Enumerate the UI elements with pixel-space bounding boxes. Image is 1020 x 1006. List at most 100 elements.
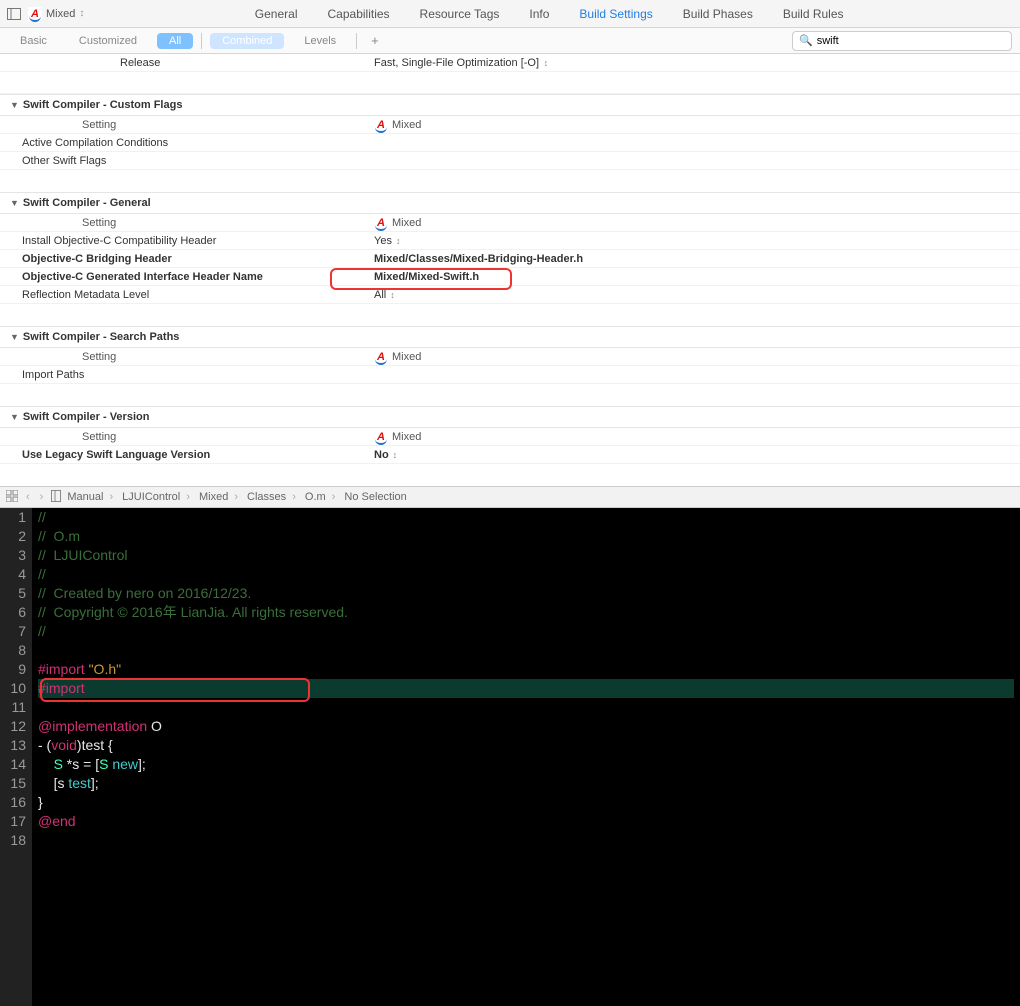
tab-general[interactable]: General <box>253 1 300 27</box>
column-header-row: Setting Mixed <box>0 348 1020 366</box>
col-setting: Setting <box>22 351 374 363</box>
chevron-updown-icon: ↕ <box>396 236 399 246</box>
setting-value: Fast, Single-File Optimization [-O] ↕ <box>374 57 998 69</box>
search-input[interactable] <box>817 35 1005 47</box>
crumb-manual[interactable]: Manual <box>67 491 116 503</box>
setting-label: Objective-C Generated Interface Header N… <box>22 271 374 283</box>
setting-label: Objective-C Bridging Header <box>22 253 374 265</box>
line-number: 13 <box>6 736 26 755</box>
crumb-selection[interactable]: No Selection <box>344 491 412 503</box>
tab-resource-tags[interactable]: Resource Tags <box>418 1 502 27</box>
app-target-icon <box>374 118 388 132</box>
line-number: 3 <box>6 546 26 565</box>
settings-group-header[interactable]: ▼Swift Compiler - Version <box>0 406 1020 428</box>
code-line[interactable]: // LJUIControl <box>38 546 1014 565</box>
code-line[interactable]: @implementation O <box>38 717 1014 736</box>
code-line[interactable]: @end <box>38 812 1014 831</box>
code-line[interactable] <box>38 698 1014 717</box>
settings-group-header[interactable]: ▼Swift Compiler - Search Paths <box>0 326 1020 348</box>
code-line[interactable]: - (void)test { <box>38 736 1014 755</box>
code-line[interactable] <box>38 641 1014 660</box>
code-editor[interactable]: 123456789101112131415161718 //// O.m// L… <box>0 508 1020 1006</box>
col-target: Mixed <box>374 216 998 230</box>
group-title: Swift Compiler - Search Paths <box>23 331 179 343</box>
line-number: 15 <box>6 774 26 793</box>
tab-build-settings[interactable]: Build Settings <box>577 1 654 27</box>
settings-group-header[interactable]: ▼Swift Compiler - General <box>0 192 1020 214</box>
line-number: 7 <box>6 622 26 641</box>
line-number: 2 <box>6 527 26 546</box>
back-button[interactable]: ‹ <box>24 491 32 503</box>
panel-toggle-icon[interactable] <box>6 6 22 22</box>
setting-row[interactable]: Install Objective-C Compatibility Header… <box>0 232 1020 250</box>
chevron-updown-icon: ↕ <box>390 290 393 300</box>
code-line[interactable] <box>38 831 1014 850</box>
code-line[interactable]: // O.m <box>38 527 1014 546</box>
chevron-updown-icon: ↕ <box>393 450 396 460</box>
setting-row[interactable]: Import Paths <box>0 366 1020 384</box>
setting-value: Mixed/Mixed-Swift.h <box>374 271 998 283</box>
crumb-folder[interactable]: Classes <box>247 491 299 503</box>
search-field[interactable]: 🔍 <box>792 31 1012 51</box>
code-line[interactable]: // Created by nero on 2016/12/23. <box>38 584 1014 603</box>
code-line[interactable]: #import <box>38 679 1014 698</box>
filter-basic[interactable]: Basic <box>8 33 59 49</box>
setting-row[interactable]: Objective-C Generated Interface Header N… <box>0 268 1020 286</box>
setting-row[interactable]: Objective-C Bridging HeaderMixed/Classes… <box>0 250 1020 268</box>
column-header-row: Setting Mixed <box>0 116 1020 134</box>
line-number: 10 <box>6 679 26 698</box>
tab-capabilities[interactable]: Capabilities <box>326 1 392 27</box>
code-line[interactable]: // <box>38 508 1014 527</box>
code-area[interactable]: //// O.m// LJUIControl//// Created by ne… <box>32 508 1020 1006</box>
build-settings-filter-bar: Basic Customized All Combined Levels + 🔍 <box>0 28 1020 54</box>
crumb-project[interactable]: LJUIControl <box>122 491 193 503</box>
line-number: 1 <box>6 508 26 527</box>
setting-row[interactable]: Release Fast, Single-File Optimization [… <box>0 54 1020 72</box>
tab-build-phases[interactable]: Build Phases <box>681 1 755 27</box>
jump-bar: ‹ › Manual LJUIControl Mixed Classes O.m… <box>0 486 1020 508</box>
column-header-row: Setting Mixed <box>0 428 1020 446</box>
filter-combined[interactable]: Combined <box>210 33 284 49</box>
line-number: 8 <box>6 641 26 660</box>
setting-row[interactable]: Use Legacy Swift Language VersionNo ↕ <box>0 446 1020 464</box>
forward-button[interactable]: › <box>38 491 46 503</box>
setting-row[interactable]: Other Swift Flags <box>0 152 1020 170</box>
col-setting: Setting <box>22 119 374 131</box>
code-line[interactable]: // Copyright © 2016年 LianJia. All rights… <box>38 603 1014 622</box>
line-number: 11 <box>6 698 26 717</box>
col-setting: Setting <box>22 217 374 229</box>
setting-label: Other Swift Flags <box>22 155 374 167</box>
line-number: 16 <box>6 793 26 812</box>
target-selector[interactable]: Mixed ↕ <box>28 7 84 21</box>
app-target-icon <box>374 350 388 364</box>
code-line[interactable]: [s test]; <box>38 774 1014 793</box>
filter-levels[interactable]: Levels <box>292 33 348 49</box>
related-items-icon[interactable] <box>6 490 18 505</box>
crumb-group[interactable]: Mixed <box>199 491 241 503</box>
col-target: Mixed <box>374 430 998 444</box>
tab-info[interactable]: Info <box>527 1 551 27</box>
line-number: 18 <box>6 831 26 850</box>
setting-row[interactable]: Active Compilation Conditions <box>0 134 1020 152</box>
setting-value: Yes ↕ <box>374 235 998 247</box>
add-setting-button[interactable]: + <box>365 33 385 48</box>
setting-value: Mixed/Classes/Mixed-Bridging-Header.h <box>374 253 998 265</box>
crumb-file[interactable]: O.m <box>305 491 339 503</box>
line-number: 12 <box>6 717 26 736</box>
code-line[interactable]: // <box>38 565 1014 584</box>
app-target-icon <box>374 430 388 444</box>
code-line[interactable]: // <box>38 622 1014 641</box>
code-line[interactable]: #import "O.h" <box>38 660 1014 679</box>
search-icon: 🔍 <box>799 34 813 47</box>
line-number: 6 <box>6 603 26 622</box>
disclosure-triangle-icon: ▼ <box>10 100 19 110</box>
code-line[interactable]: } <box>38 793 1014 812</box>
setting-row[interactable]: Reflection Metadata LevelAll ↕ <box>0 286 1020 304</box>
tab-build-rules[interactable]: Build Rules <box>781 1 846 27</box>
line-number: 14 <box>6 755 26 774</box>
code-line[interactable]: S *s = [S new]; <box>38 755 1014 774</box>
line-number: 9 <box>6 660 26 679</box>
filter-all[interactable]: All <box>157 33 193 49</box>
filter-customized[interactable]: Customized <box>67 33 149 49</box>
settings-group-header[interactable]: ▼Swift Compiler - Custom Flags <box>0 94 1020 116</box>
